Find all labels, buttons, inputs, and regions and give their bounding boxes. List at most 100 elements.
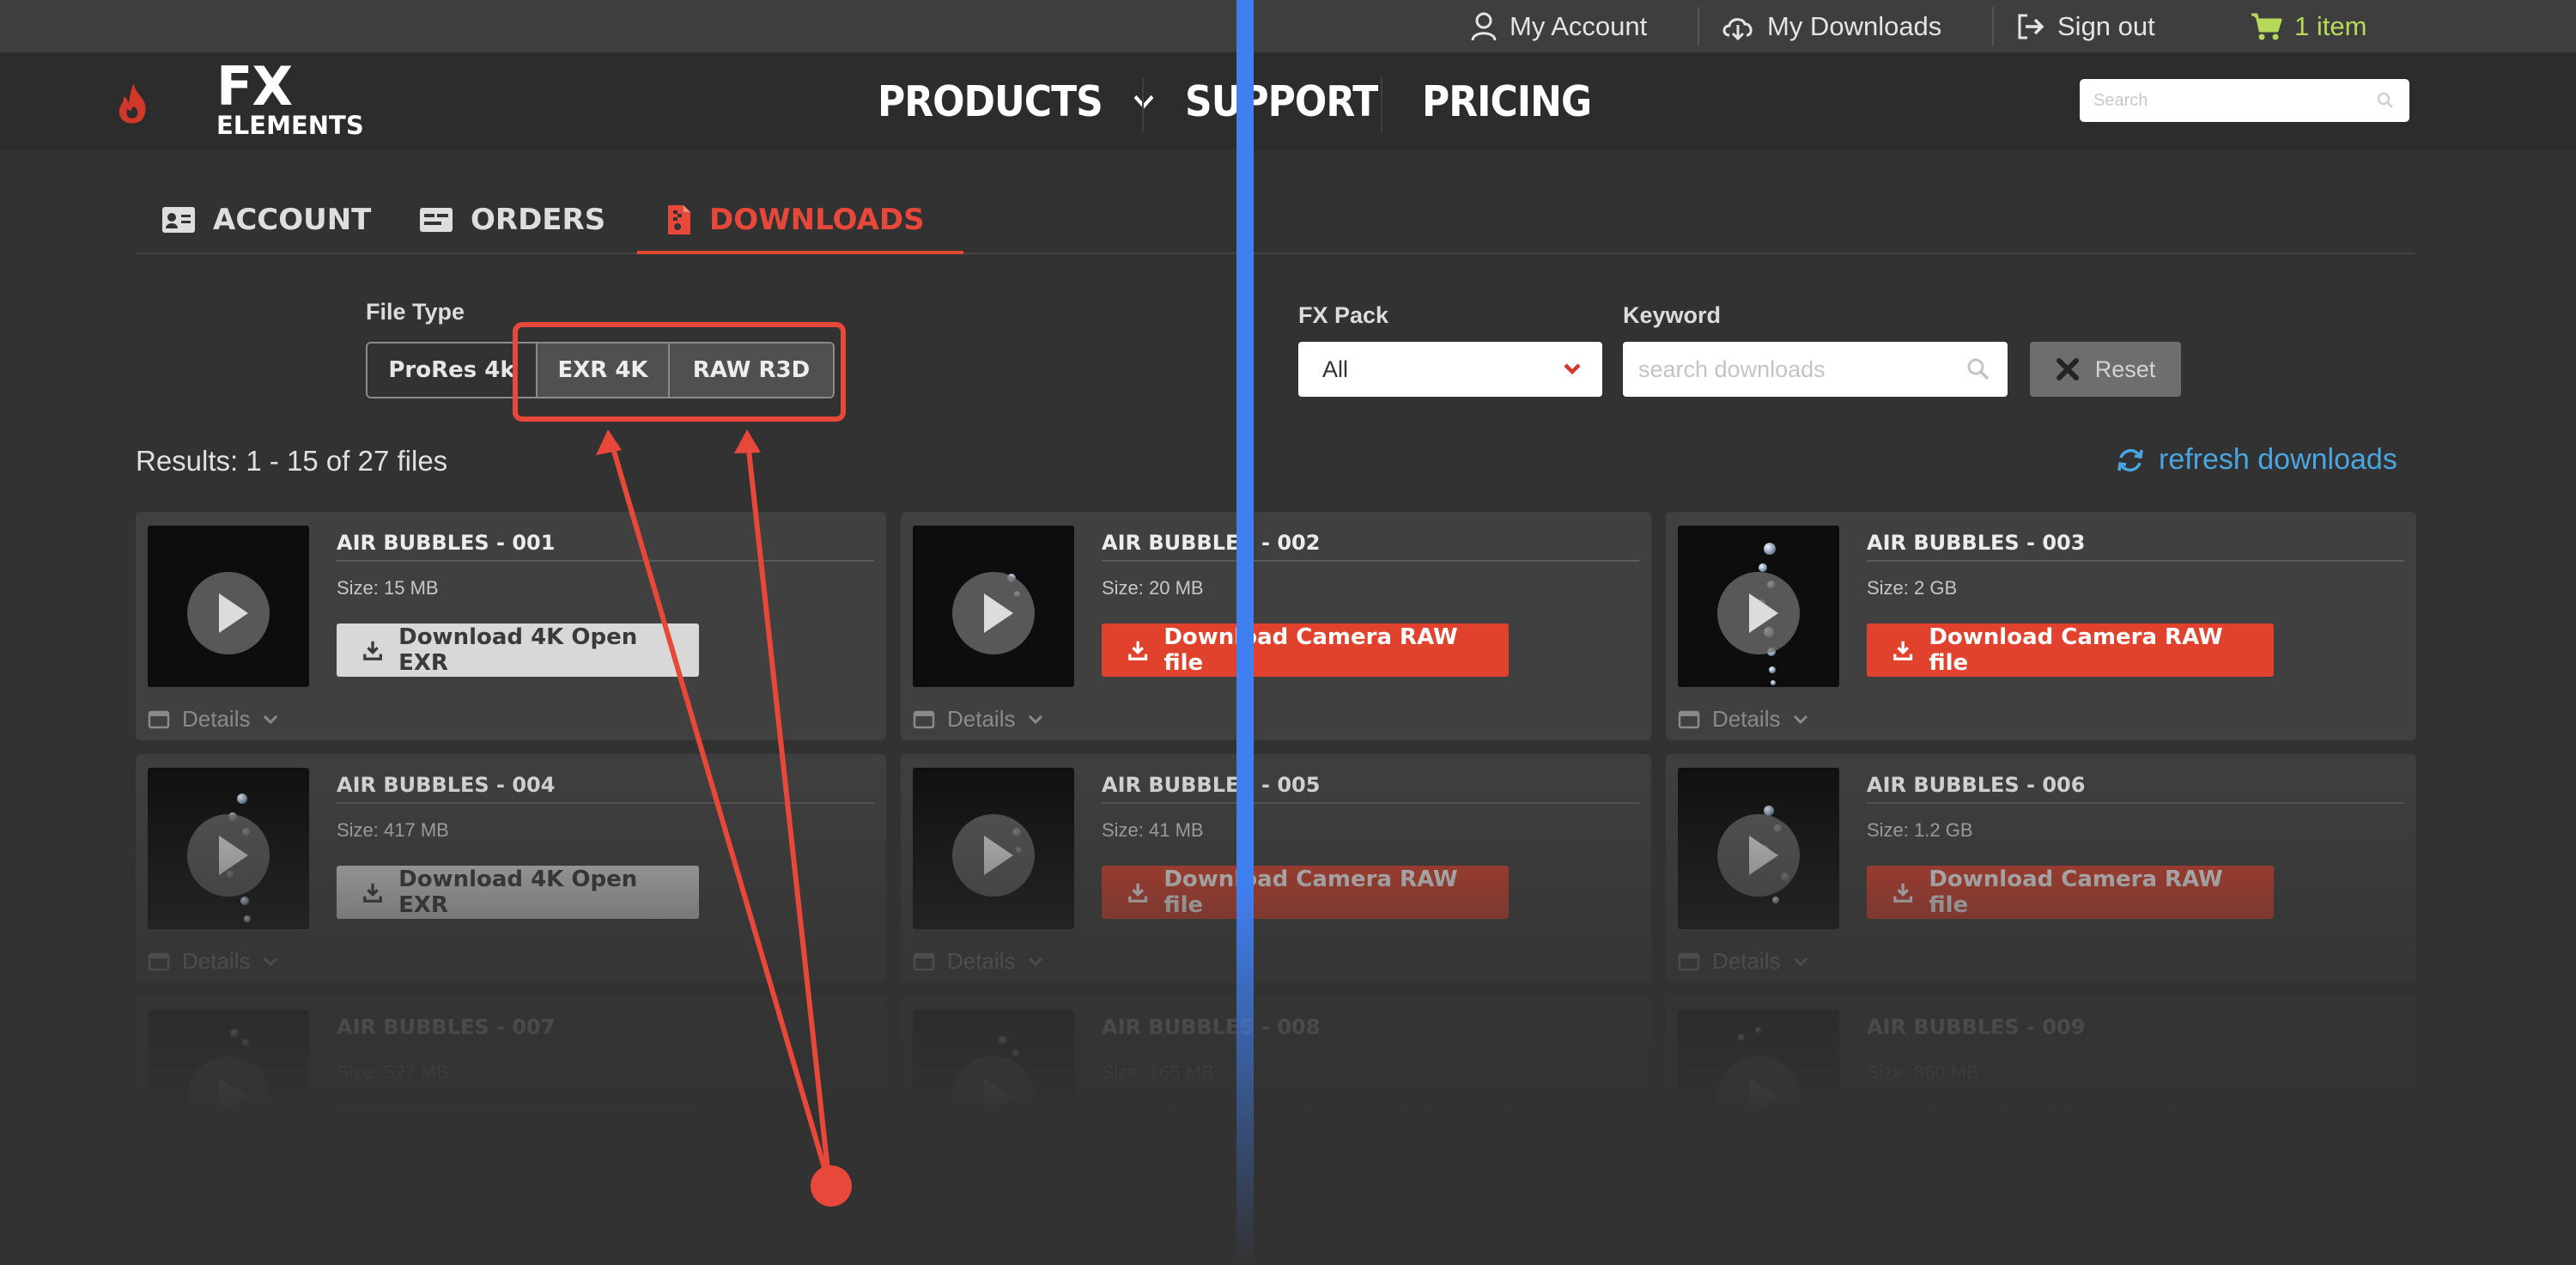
refresh-icon	[2117, 448, 2143, 471]
id-card-icon	[162, 207, 195, 233]
my-account-link[interactable]: My Account	[1470, 0, 1647, 53]
download-icon	[363, 1125, 382, 1145]
title-divider	[1867, 1044, 2404, 1046]
tab-account-label: ACCOUNT	[213, 203, 372, 237]
download-raw-button[interactable]: Download Camera RAW file	[1102, 1108, 1509, 1161]
reset-label: Reset	[2094, 356, 2156, 382]
download-exr-button[interactable]: Download 4K Open EXR	[337, 623, 699, 677]
download-button-label: Download Camera RAW file	[1163, 624, 1458, 676]
play-icon[interactable]	[187, 1056, 270, 1139]
my-downloads-label: My Downloads	[1767, 11, 1942, 41]
clip-thumbnail[interactable]	[1678, 526, 1839, 687]
play-icon[interactable]	[952, 814, 1035, 897]
bubble-graphic	[230, 1029, 239, 1037]
cart-link[interactable]: 1 item	[2250, 0, 2366, 53]
details-toggle[interactable]: Details	[1678, 706, 1809, 733]
tab-orders[interactable]: ORDERS	[419, 189, 605, 251]
chevron-down-icon	[1794, 957, 1808, 966]
play-icon[interactable]	[952, 1056, 1035, 1139]
clip-title: AIR BUBBLES - 005	[1102, 773, 1321, 797]
chevron-down-icon	[264, 1199, 278, 1208]
clip-size: Size: 20 MB	[1102, 577, 1204, 599]
nav-support-label: SUPPORT	[1185, 76, 1378, 126]
fx-pack-value: All	[1322, 356, 1349, 382]
my-downloads-link[interactable]: My Downloads	[1721, 0, 1941, 53]
nav-divider	[1142, 77, 1144, 132]
annotation-arrowhead	[596, 429, 622, 455]
play-icon[interactable]	[1717, 1056, 1800, 1139]
details-label: Details	[1712, 1190, 1781, 1216]
file-download-icon	[668, 205, 690, 234]
nav-pricing[interactable]: PRICING	[1422, 47, 1592, 155]
bubble-graphic	[1772, 897, 1779, 903]
clip-thumbnail[interactable]	[1678, 768, 1839, 929]
keyword-field[interactable]	[1623, 342, 2008, 397]
bubble-graphic	[237, 794, 247, 804]
chevron-down-icon	[1029, 715, 1043, 724]
calendar-icon	[1678, 1195, 1700, 1213]
play-icon[interactable]	[187, 572, 270, 654]
site-search[interactable]	[2080, 79, 2409, 122]
download-card: AIR BUBBLES - 009 Size: 860 MB Download Ca…	[1666, 996, 2416, 1225]
clip-thumbnail[interactable]	[913, 768, 1074, 929]
tab-account[interactable]: ACCOUNT	[161, 189, 371, 251]
nav-products[interactable]: PRODUCTS	[878, 47, 1156, 155]
title-divider	[337, 802, 874, 804]
details-label: Details	[182, 1190, 251, 1216]
calendar-icon	[913, 710, 935, 728]
file-type-exr-button[interactable]: EXR 4K	[536, 344, 668, 397]
nav-support[interactable]: SUPPORT	[1185, 47, 1378, 155]
play-icon[interactable]	[1717, 572, 1800, 654]
flame-logo-icon[interactable]	[117, 43, 203, 163]
close-icon	[2056, 358, 2079, 380]
search-icon[interactable]	[1966, 357, 1990, 381]
brand-wordmark[interactable]: FX ELEMENTS	[216, 60, 364, 138]
tab-downloads[interactable]: DOWNLOADS	[666, 189, 925, 251]
download-raw-button[interactable]: Download Camera RAW file	[1102, 623, 1509, 677]
clip-thumbnail[interactable]	[148, 768, 309, 929]
details-toggle[interactable]: Details	[148, 706, 279, 733]
download-raw-button[interactable]: Download Camera RAW file	[1102, 866, 1509, 919]
calendar-icon	[913, 1195, 935, 1213]
search-input[interactable]	[2080, 79, 2363, 122]
download-button-label: Download Camera RAW file	[1929, 1109, 2223, 1160]
details-toggle[interactable]: Details	[913, 948, 1044, 975]
details-toggle[interactable]: Details	[913, 706, 1044, 733]
fx-pack-select[interactable]: All	[1298, 342, 1602, 397]
download-raw-button[interactable]: Download Camera RAW file	[1867, 623, 2274, 677]
play-icon[interactable]	[1717, 814, 1800, 897]
clip-thumbnail[interactable]	[913, 1010, 1074, 1171]
file-type-label: File Type	[366, 299, 465, 325]
download-raw-button[interactable]: Download Camera RAW file	[1867, 866, 2274, 919]
clip-thumbnail[interactable]	[148, 526, 309, 687]
clip-thumbnail[interactable]	[913, 526, 1074, 687]
details-toggle[interactable]: Details	[148, 1190, 279, 1217]
download-exr-button[interactable]: Download 4K Open EXR	[337, 866, 699, 919]
list-card-icon	[420, 208, 453, 232]
details-label: Details	[182, 706, 251, 732]
clip-thumbnail[interactable]	[1678, 1010, 1839, 1171]
download-exr-button[interactable]: Download 4K Open EXR	[337, 1108, 699, 1161]
file-type-prores-button[interactable]: ProRes 4k	[368, 344, 536, 397]
details-toggle[interactable]: Details	[1678, 1190, 1809, 1217]
sign-out-link[interactable]: Sign out	[2016, 0, 2155, 53]
reset-button[interactable]: Reset	[2030, 342, 2181, 397]
download-raw-button[interactable]: Download Camera RAW file	[1867, 1108, 2274, 1161]
file-type-raw-button[interactable]: RAW R3D	[668, 344, 833, 397]
bubble-graphic	[240, 897, 249, 905]
details-label: Details	[947, 1190, 1016, 1216]
details-toggle[interactable]: Details	[913, 1190, 1044, 1217]
details-toggle[interactable]: Details	[1678, 948, 1809, 975]
clip-thumbnail[interactable]	[148, 1010, 309, 1171]
calendar-icon	[148, 952, 170, 970]
play-icon[interactable]	[187, 814, 270, 897]
play-icon[interactable]	[952, 572, 1035, 654]
refresh-downloads-link[interactable]: refresh downloads	[2116, 443, 2397, 477]
keyword-input[interactable]	[1623, 342, 1958, 397]
details-toggle[interactable]: Details	[148, 948, 279, 975]
bubble-graphic	[1769, 666, 1776, 673]
title-divider	[1867, 802, 2404, 804]
chevron-down-icon	[1794, 1199, 1808, 1208]
clip-title: AIR BUBBLES - 006	[1867, 773, 2086, 797]
search-icon[interactable]	[2377, 92, 2394, 109]
